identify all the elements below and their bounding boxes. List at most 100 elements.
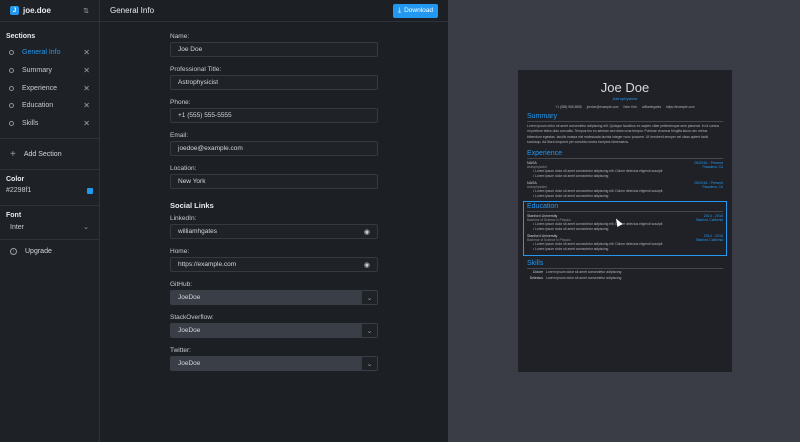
chevron-down-icon[interactable]: ⌄ <box>361 324 377 337</box>
entry-location: Stanford, California <box>695 237 723 242</box>
title-label: Professional Title: <box>170 66 222 73</box>
contact-email: joedoe@example.com <box>586 105 619 109</box>
plus-icon: + <box>10 148 16 160</box>
contact-location: New York <box>623 105 637 109</box>
section-item-education[interactable]: Education ✕ <box>0 97 99 115</box>
download-button[interactable]: ⤓ Download <box>392 3 438 18</box>
download-icon: ⤓ <box>397 6 402 14</box>
contact-phone: +1 (555) 555-5555 <box>555 105 582 109</box>
resume-skills-heading: Skills <box>527 260 723 269</box>
circle-icon <box>9 85 14 91</box>
topbar: General Info ⤓ Download <box>100 0 448 22</box>
section-label: Experience <box>22 84 58 92</box>
name-value: Joe Doe <box>178 46 203 53</box>
skill-desc: Lorem ipsum dolor sit amet consectetur a… <box>546 269 622 274</box>
font-select[interactable]: Inter ⌄ <box>0 223 99 232</box>
sections-title: Sections <box>6 33 36 40</box>
main-panel: General Info ⤓ Download Name: Joe Doe Pr… <box>100 0 448 442</box>
eye-icon[interactable]: ◉ <box>364 261 370 269</box>
section-label: General Info <box>22 49 61 57</box>
color-picker[interactable]: #2298f1 <box>0 187 99 194</box>
resume-preview-pane: Joe Doe Astrophysicist +1 (555) 555-5555… <box>448 0 800 442</box>
chevron-down-icon[interactable]: ⌄ <box>361 357 377 370</box>
email-label: Email: <box>170 132 189 139</box>
github-value: JoeDoe <box>178 294 201 301</box>
title-input[interactable]: Astrophysicist <box>170 75 378 90</box>
section-item-summary[interactable]: Summary ✕ <box>0 62 99 80</box>
github-input[interactable]: JoeDoe ⌄ <box>170 290 378 305</box>
brand-switcher[interactable]: J joe.doe ⇅ <box>0 0 99 22</box>
location-input[interactable]: New York <box>170 174 378 189</box>
entry-bullet: Lorem ipsum dolor sit amet consectetur a… <box>527 194 723 199</box>
home-input[interactable]: https://example.com ◉ <box>170 257 378 272</box>
divider <box>0 169 99 171</box>
eye-icon[interactable]: ◉ <box>364 228 370 236</box>
stackoverflow-label: StackOverflow: <box>170 314 214 321</box>
divider <box>0 205 99 207</box>
contact-linkedin: williamhgates <box>641 105 662 109</box>
entry-location: Pasadena, CA <box>702 164 723 169</box>
close-icon[interactable]: ✕ <box>83 66 90 75</box>
circle-icon <box>9 50 14 56</box>
circle-icon <box>9 68 14 74</box>
skill-name: Delectus <box>529 275 543 280</box>
education-section-highlight[interactable]: Education Stanford University 2014 - 2016… <box>523 200 727 256</box>
color-swatch[interactable] <box>87 187 93 194</box>
section-item-skills[interactable]: Skills ✕ <box>0 115 99 133</box>
resume-experience-heading: Experience <box>527 150 723 159</box>
education-entry: Stanford University 2014 - 2016 Bachelor … <box>527 234 723 252</box>
education-entry: Stanford University 2014 - 2016 Bachelor … <box>527 214 723 232</box>
divider <box>0 239 99 241</box>
stackoverflow-input[interactable]: JoeDoe ⌄ <box>170 323 378 338</box>
resume-name: Joe Doe <box>600 80 650 95</box>
location-value: New York <box>178 178 206 185</box>
font-value: Inter <box>10 223 25 231</box>
sidebar: J joe.doe ⇅ Sections General Info ✕ Summ… <box>0 0 100 442</box>
circle-icon <box>9 121 14 127</box>
close-icon[interactable]: ✕ <box>83 84 90 93</box>
entry-bullet: Lorem ipsum dolor sit amet consectetur a… <box>527 247 723 252</box>
logo-icon: J <box>10 6 19 15</box>
chevron-up-down-icon: ⇅ <box>83 7 89 15</box>
home-value: https://example.com <box>178 261 237 268</box>
circle-icon <box>9 103 14 109</box>
skill-row: Delectus Lorem ipsum dolor sit amet cons… <box>527 276 723 281</box>
location-label: Location: <box>170 165 197 172</box>
entry-bullet: Lorem ipsum dolor sit amet consectetur a… <box>527 174 723 179</box>
upgrade-button[interactable]: ↑ Upgrade <box>0 248 99 256</box>
chevron-down-icon: ⌄ <box>83 224 89 232</box>
resume-summary-text: Lorem ipsum dolor sit amet consectetur a… <box>527 124 720 145</box>
close-icon[interactable]: ✕ <box>83 48 90 57</box>
download-label: Download <box>404 7 433 14</box>
section-item-general-info[interactable]: General Info ✕ <box>0 44 99 62</box>
email-input[interactable]: joedoe@example.com <box>170 141 378 156</box>
name-input[interactable]: Joe Doe <box>170 42 378 57</box>
entry-location: Stanford, California <box>695 217 723 222</box>
section-item-experience[interactable]: Experience ✕ <box>0 79 99 97</box>
brand-name: joe.doe <box>23 6 52 15</box>
skill-desc: Lorem ipsum dolor sit amet consectetur a… <box>546 275 622 280</box>
skill-name: Dolore <box>533 269 543 274</box>
twitter-value: JoeDoe <box>178 360 201 367</box>
resume-summary-heading: Summary <box>527 113 723 122</box>
general-info-form: Name: Joe Doe Professional Title: Astrop… <box>170 30 378 377</box>
color-title: Color <box>6 176 25 184</box>
add-section-button[interactable]: + Add Section <box>0 145 99 163</box>
phone-value: +1 (555) 555-5555 <box>178 112 232 119</box>
resume-title: Astrophysicist <box>612 96 638 101</box>
entry-bullet: Lorem ipsum dolor sit amet consectetur a… <box>527 227 723 232</box>
linkedin-input[interactable]: williamhgates ◉ <box>170 224 378 239</box>
social-links-heading: Social Links <box>170 201 214 210</box>
font-title: Font <box>6 212 22 220</box>
close-icon[interactable]: ✕ <box>83 101 90 110</box>
github-label: GitHub: <box>170 281 193 288</box>
linkedin-label: LinkedIn: <box>170 215 197 222</box>
resume-page: Joe Doe Astrophysicist +1 (555) 555-5555… <box>518 70 732 372</box>
upgrade-icon: ↑ <box>10 248 17 256</box>
chevron-down-icon[interactable]: ⌄ <box>361 291 377 304</box>
stackoverflow-value: JoeDoe <box>178 327 201 334</box>
twitter-input[interactable]: JoeDoe ⌄ <box>170 356 378 371</box>
section-label: Education <box>22 102 54 110</box>
close-icon[interactable]: ✕ <box>83 119 90 128</box>
phone-input[interactable]: +1 (555) 555-5555 <box>170 108 378 123</box>
